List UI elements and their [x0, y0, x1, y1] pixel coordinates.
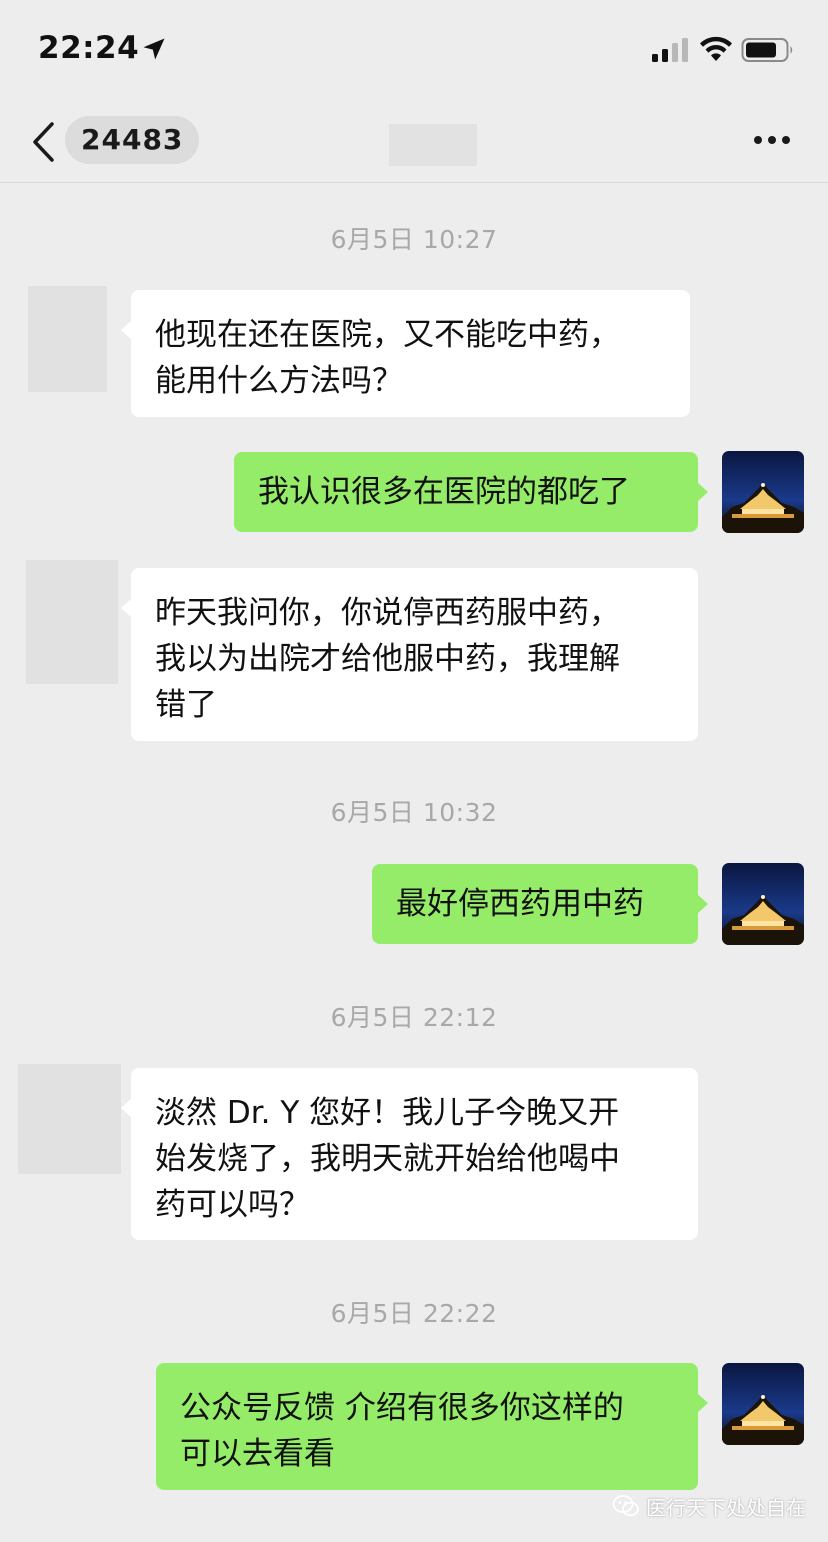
message-text-line: 最好停西药用中药 [396, 886, 644, 922]
message-timestamp: 6月5日 22:22 [330, 1299, 498, 1328]
status-bar: 22:24 [0, 0, 828, 100]
unread-count-badge[interactable]: 24483 [65, 116, 200, 164]
message-text-line: 错了 [155, 687, 217, 723]
self-avatar[interactable] [722, 1363, 804, 1445]
signal-icon [652, 38, 688, 62]
message-timestamp: 6月5日 10:27 [330, 225, 498, 254]
watermark: 医行天下处处自在 [612, 1490, 806, 1522]
incoming-message-bubble[interactable]: 昨天我问你，你说停西药服中药， 我以为出院才给他服中药，我理解 错了 [121, 568, 698, 741]
contact-avatar-redacted[interactable] [26, 560, 118, 684]
watermark-text: 医行天下处处自在 [646, 1495, 806, 1520]
message-text-line: 我认识很多在医院的都吃了 [258, 474, 630, 510]
message-text-line: 我以为出院才给他服中药，我理解 [155, 641, 620, 677]
wifi-icon [700, 36, 732, 61]
message-text-line: 昨天我问你，你说停西药服中药， [155, 595, 620, 631]
self-avatar[interactable] [722, 451, 804, 533]
incoming-message-bubble[interactable]: 他现在还在医院，又不能吃中药， 能用什么方法吗？ [121, 290, 690, 417]
wechat-logo-icon [612, 1495, 639, 1517]
chat-screen: 22:24 24483 6月5日 10:27 他现在还在医院，又不能吃中药， 能… [0, 0, 828, 1542]
outgoing-message-bubble[interactable]: 最好停西药用中药 [372, 864, 708, 944]
message-timestamp: 6月5日 22:12 [330, 1003, 498, 1032]
incoming-message-bubble[interactable]: 淡然 Dr. Y 您好！我儿子今晚又开 始发烧了，我明天就开始给他喝中 药可以吗… [121, 1068, 698, 1240]
outgoing-message-bubble[interactable]: 公众号反馈 介绍有很多你这样的 可以去看看 [156, 1363, 708, 1490]
temple-night-photo-icon [722, 451, 804, 533]
status-time: 22:24 [38, 30, 140, 66]
temple-night-photo-icon [722, 1363, 804, 1445]
message-text-line: 药可以吗？ [155, 1187, 310, 1223]
message-text-line: 能用什么方法吗？ [155, 363, 403, 399]
chat-title-redacted [389, 124, 477, 166]
message-text-line: 淡然 Dr. Y 您好！我儿子今晚又开 [155, 1095, 620, 1131]
message-timestamp: 6月5日 10:32 [330, 798, 498, 827]
message-text-line: 他现在还在医院，又不能吃中药， [155, 317, 620, 353]
contact-avatar-redacted[interactable] [28, 286, 107, 392]
outgoing-message-bubble[interactable]: 我认识很多在医院的都吃了 [234, 452, 708, 532]
self-avatar[interactable] [722, 863, 804, 945]
ellipsis-icon[interactable] [748, 128, 796, 152]
message-text-line: 始发烧了，我明天就开始给他喝中 [155, 1141, 620, 1177]
battery-icon [741, 38, 793, 62]
chevron-left-icon[interactable] [30, 120, 56, 164]
message-text-line: 公众号反馈 介绍有很多你这样的 [180, 1390, 624, 1426]
location-arrow-icon [143, 38, 165, 60]
nav-bar: 24483 [0, 100, 828, 183]
message-text-line: 可以去看看 [180, 1436, 335, 1472]
contact-avatar-redacted[interactable] [18, 1064, 121, 1174]
temple-night-photo-icon [722, 863, 804, 945]
